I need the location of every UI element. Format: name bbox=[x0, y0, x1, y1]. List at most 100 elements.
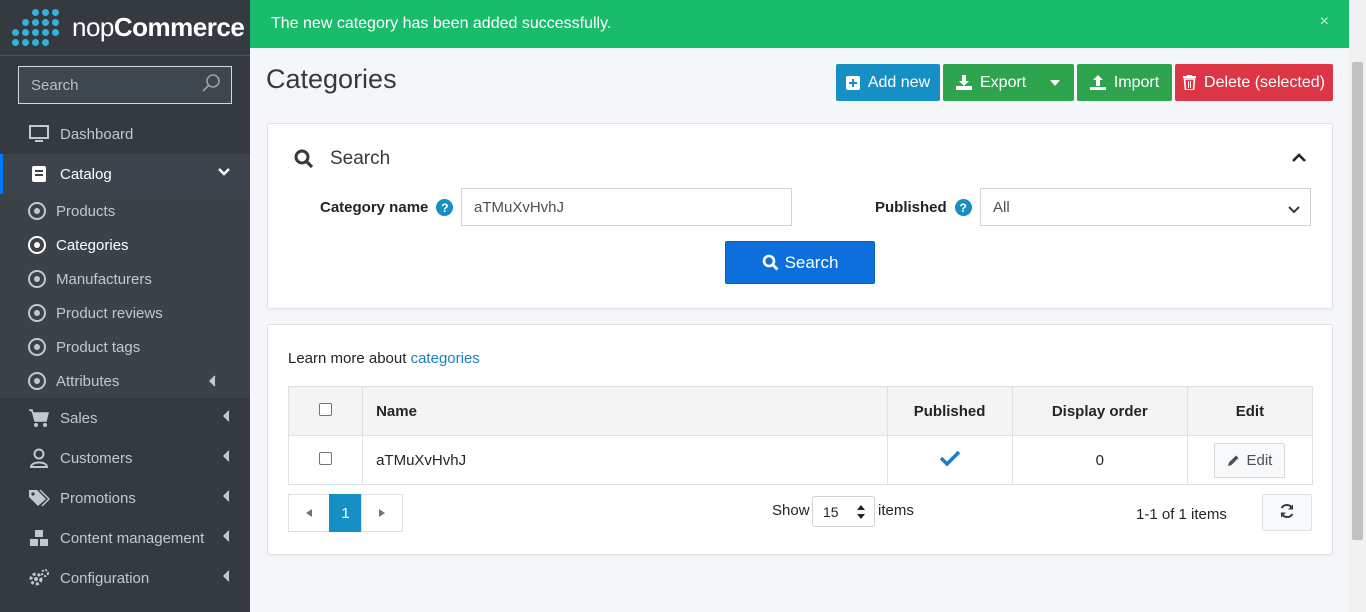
sidebar-item-label: Customers bbox=[60, 449, 133, 467]
category-name-cell: aTMuXvHvhJ bbox=[362, 435, 888, 485]
input-value: aTMuXvHvhJ bbox=[474, 198, 565, 216]
display-order-cell: 0 bbox=[1011, 435, 1188, 485]
help-icon[interactable]: ? bbox=[954, 199, 972, 216]
column-header-display-order[interactable]: Display order bbox=[1011, 386, 1188, 436]
category-name-input[interactable]: aTMuXvHvhJ bbox=[461, 188, 792, 226]
row-checkbox[interactable] bbox=[319, 451, 333, 465]
show-label: Show bbox=[772, 502, 810, 519]
circle-icon bbox=[28, 304, 46, 322]
refresh-button[interactable] bbox=[1262, 494, 1312, 531]
cubes-icon bbox=[28, 527, 50, 549]
published-cell bbox=[886, 435, 1013, 485]
page-scrollbar[interactable] bbox=[1349, 0, 1366, 612]
sidebar-item-promotions[interactable]: Promotions bbox=[0, 478, 250, 518]
delete-selected-label: Delete (selected) bbox=[1204, 73, 1325, 91]
search-panel-header[interactable]: Search bbox=[294, 148, 390, 170]
brand-logo-link[interactable]: nopCommerce bbox=[0, 0, 250, 56]
sidebar-item-customers[interactable]: Customers bbox=[0, 438, 250, 478]
search-button[interactable]: Search bbox=[725, 241, 875, 284]
caret-right-icon bbox=[379, 509, 385, 517]
trash-icon bbox=[1183, 75, 1197, 90]
upload-icon bbox=[1089, 75, 1106, 90]
edit-button[interactable]: Edit bbox=[1214, 442, 1286, 478]
next-page-button[interactable] bbox=[361, 494, 403, 532]
chevron-left-icon bbox=[222, 410, 230, 425]
delete-selected-button[interactable]: Delete (selected) bbox=[1175, 64, 1333, 101]
row-select-cell bbox=[287, 435, 364, 485]
edit-cell: Edit bbox=[1186, 435, 1314, 485]
brand-name: nopCommerce bbox=[72, 12, 245, 42]
gears-icon bbox=[28, 567, 50, 589]
sidebar-subitem-products[interactable]: Products bbox=[0, 194, 250, 228]
pagination-range: 1-1 of 1 items bbox=[1136, 506, 1227, 523]
sidebar-subitem-product-tags[interactable]: Product tags bbox=[0, 330, 250, 364]
add-new-button[interactable]: Add new bbox=[836, 64, 940, 101]
catalog-submenu: Products Categories Manufacturers Produc… bbox=[0, 194, 250, 398]
sidebar: nopCommerce Dashboard Catalog Products C… bbox=[0, 0, 250, 612]
sidebar-search-input[interactable] bbox=[31, 76, 191, 94]
nopcommerce-logo-icon bbox=[12, 8, 64, 47]
label-text: Category name bbox=[320, 199, 429, 216]
sidebar-subitem-label: Product reviews bbox=[56, 304, 163, 322]
chevron-up-icon[interactable] bbox=[1292, 150, 1306, 167]
column-header-name[interactable]: Name bbox=[362, 386, 888, 436]
sidebar-item-dashboard[interactable]: Dashboard bbox=[0, 114, 250, 154]
circle-icon bbox=[28, 372, 46, 390]
previous-page-button[interactable] bbox=[288, 494, 330, 532]
sidebar-item-label: Configuration bbox=[60, 569, 150, 587]
pagination: 1 bbox=[288, 494, 403, 532]
success-alert: The new category has been added successf… bbox=[250, 0, 1349, 48]
export-dropdown-toggle[interactable] bbox=[1036, 64, 1074, 101]
caret-left-icon bbox=[306, 509, 312, 517]
chevron-left-icon bbox=[222, 530, 230, 545]
sidebar-subitem-categories[interactable]: Categories bbox=[0, 228, 250, 262]
scrollbar-thumb[interactable] bbox=[1352, 62, 1363, 540]
close-icon[interactable]: × bbox=[1320, 13, 1329, 31]
chevron-left-icon bbox=[222, 570, 230, 585]
import-button[interactable]: Import bbox=[1077, 64, 1172, 101]
monitor-icon bbox=[28, 123, 50, 145]
import-label: Import bbox=[1113, 73, 1160, 91]
circle-icon bbox=[28, 338, 46, 356]
categories-help-link[interactable]: categories bbox=[411, 350, 480, 367]
search-icon[interactable] bbox=[201, 73, 221, 97]
select-all-checkbox[interactable] bbox=[319, 402, 333, 416]
category-name-label: Category name ? bbox=[320, 199, 454, 216]
sidebar-item-content-management[interactable]: Content management bbox=[0, 518, 250, 558]
table-header-row: Name Published Display order Edit bbox=[287, 386, 1314, 436]
page-title: Categories bbox=[266, 64, 397, 94]
checkmark-icon bbox=[939, 450, 961, 471]
chevron-left-icon bbox=[208, 375, 216, 390]
learn-more-text: Learn more about categories bbox=[288, 350, 480, 367]
page-size-select[interactable]: 15 bbox=[812, 496, 875, 527]
sidebar-subitem-manufacturers[interactable]: Manufacturers bbox=[0, 262, 250, 296]
page-button-current[interactable]: 1 bbox=[329, 494, 362, 532]
categories-list-panel: Learn more about categories Name Publish… bbox=[267, 324, 1333, 555]
refresh-icon bbox=[1279, 503, 1295, 523]
sidebar-subitem-label: Categories bbox=[56, 236, 129, 254]
cart-icon bbox=[28, 407, 50, 429]
column-header-published[interactable]: Published bbox=[886, 386, 1013, 436]
help-icon[interactable]: ? bbox=[436, 199, 454, 216]
published-select[interactable]: All bbox=[980, 188, 1311, 226]
sidebar-item-label: Sales bbox=[60, 409, 98, 427]
sidebar-item-sales[interactable]: Sales bbox=[0, 398, 250, 438]
sidebar-subitem-product-reviews[interactable]: Product reviews bbox=[0, 296, 250, 330]
sort-arrows-icon bbox=[857, 505, 865, 522]
sidebar-item-configuration[interactable]: Configuration bbox=[0, 558, 250, 598]
book-icon bbox=[28, 163, 50, 185]
alert-message: The new category has been added successf… bbox=[271, 15, 612, 32]
sidebar-item-label: Dashboard bbox=[60, 125, 134, 143]
circle-icon bbox=[28, 202, 46, 220]
search-panel: Search Category name ? aTMuXvHvhJ Publis… bbox=[267, 123, 1333, 309]
pencil-icon bbox=[1227, 454, 1240, 467]
sidebar-item-catalog[interactable]: Catalog bbox=[0, 154, 250, 194]
export-label: Export bbox=[980, 73, 1027, 91]
published-label: Published ? bbox=[875, 199, 972, 216]
chevron-left-icon bbox=[222, 490, 230, 505]
edit-button-label: Edit bbox=[1246, 451, 1273, 469]
search-icon bbox=[294, 149, 314, 169]
plus-square-icon bbox=[845, 75, 860, 90]
export-button[interactable]: Export bbox=[943, 64, 1074, 101]
sidebar-subitem-attributes[interactable]: Attributes bbox=[0, 364, 250, 398]
